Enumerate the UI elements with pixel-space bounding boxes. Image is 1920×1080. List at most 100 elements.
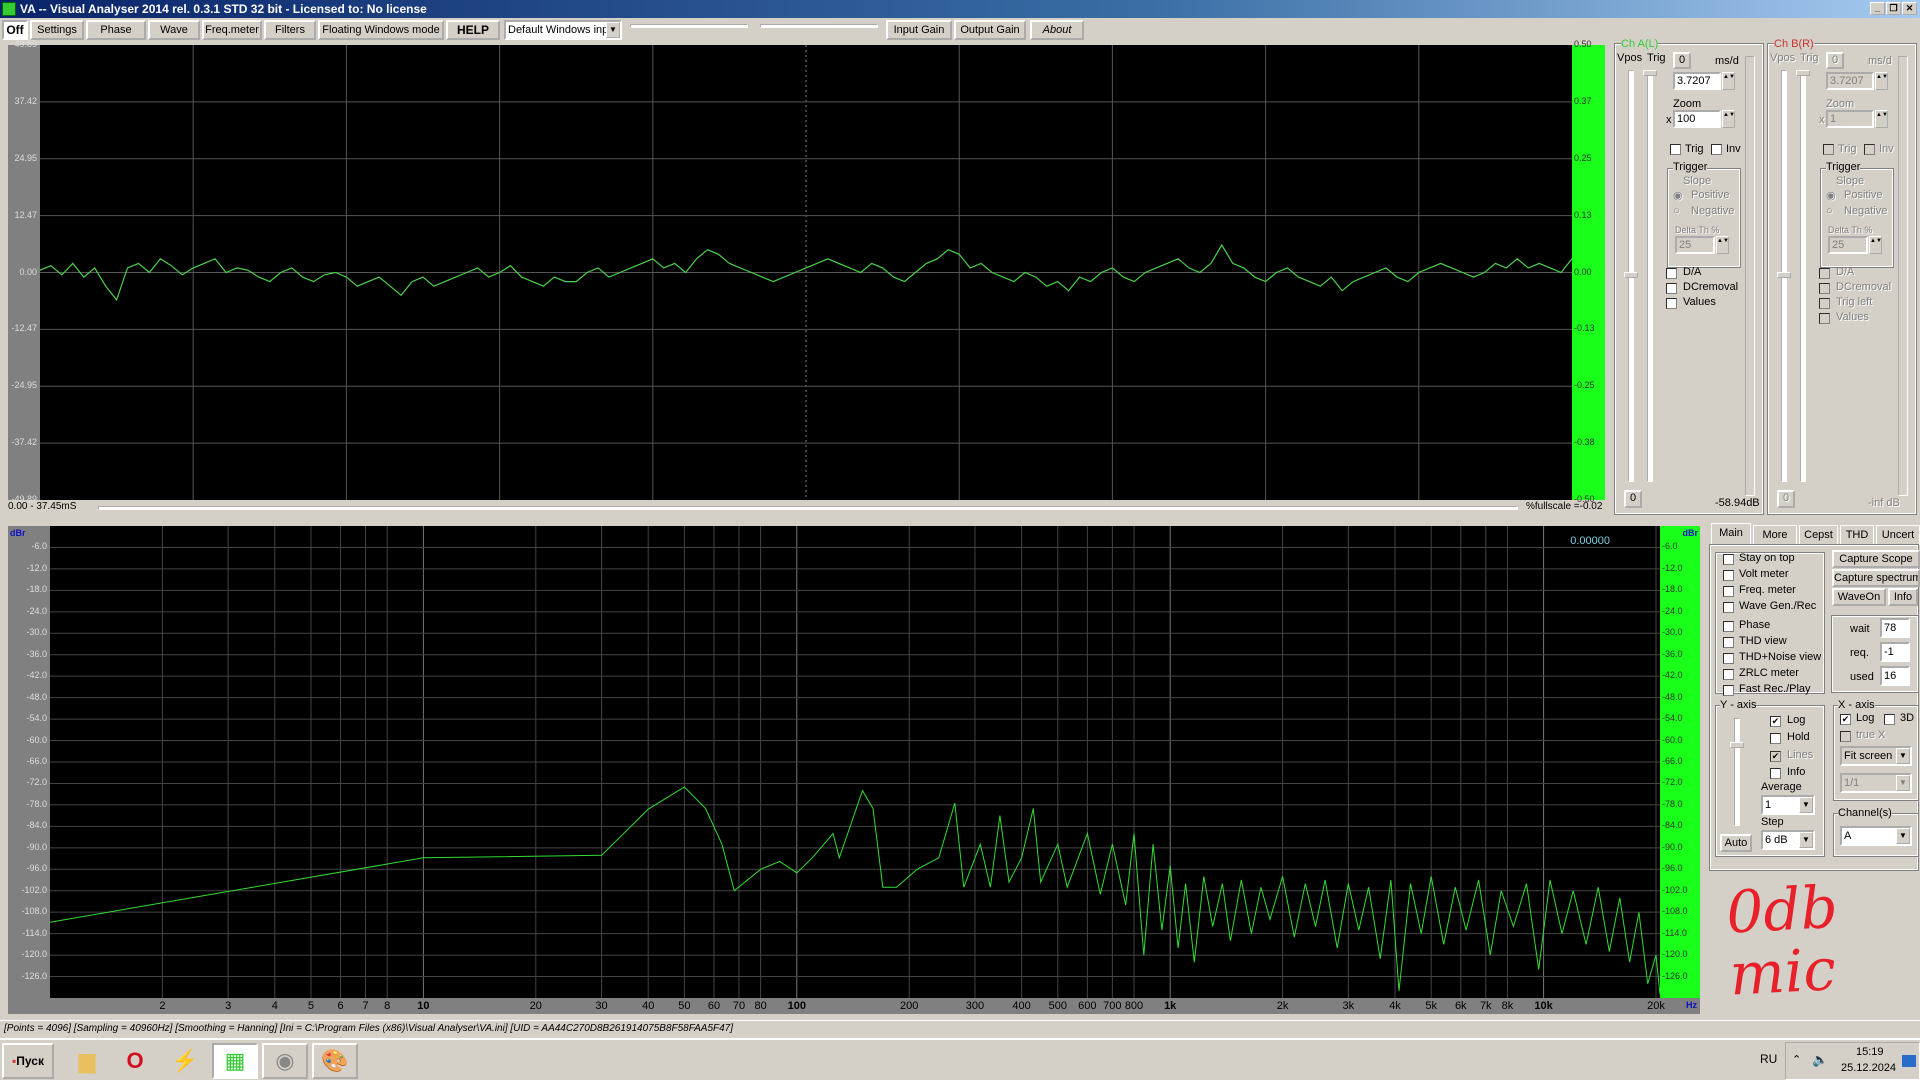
taskbar-app-visual-analyser[interactable]: ▦ <box>212 1043 258 1079</box>
checkbox-4[interactable] <box>1723 621 1734 632</box>
positive-radio[interactable]: ◉ <box>1673 189 1683 202</box>
start-button[interactable]: ▪Пуск <box>2 1043 54 1079</box>
tab-more[interactable]: More <box>1753 525 1797 545</box>
wave-button[interactable]: Wave <box>148 20 200 40</box>
delta-threshold-input[interactable]: 25 <box>1828 236 1868 254</box>
negative-radio[interactable]: ○ <box>1673 205 1680 217</box>
ms-per-div-input[interactable]: 3.7207 <box>1826 72 1874 90</box>
positive-radio[interactable]: ◉ <box>1826 189 1836 202</box>
bottom-zero-button[interactable]: 0 <box>1624 490 1642 508</box>
tab-thd[interactable]: THD <box>1840 525 1874 545</box>
output-level-slider[interactable] <box>760 24 878 28</box>
input-level-slider[interactable] <box>630 24 748 28</box>
values-checkbox[interactable] <box>1819 313 1830 324</box>
x-log-checkbox[interactable]: ✔ <box>1840 714 1851 725</box>
ms-per-div-spinner[interactable]: ▲▼ <box>1722 72 1735 90</box>
capture-scope-button[interactable]: Capture Scope <box>1832 550 1920 568</box>
checkbox-7[interactable] <box>1723 669 1734 680</box>
auto-button[interactable]: Auto <box>1720 834 1752 852</box>
x-3d-checkbox[interactable] <box>1884 714 1895 725</box>
clock-date[interactable]: 25.12.2024 <box>1841 1062 1896 1074</box>
trig-checkbox[interactable] <box>1823 144 1834 155</box>
clock-time[interactable]: 15:19 <box>1856 1046 1884 1058</box>
input-device-select[interactable]: Default Windows inp ▼ <box>504 20 622 40</box>
output-gain-button[interactable]: Output Gain <box>954 20 1026 40</box>
checkbox-0[interactable] <box>1723 554 1734 565</box>
language-indicator[interactable]: RU <box>1760 1052 1777 1066</box>
floating-windows-button[interactable]: Floating Windows mode <box>318 20 444 40</box>
capture-spectrum-button[interactable]: Capture spectrum <box>1832 569 1920 587</box>
zoom-input[interactable]: 1 <box>1826 110 1874 128</box>
trig-slider-thumb[interactable] <box>1643 70 1657 76</box>
da-checkbox[interactable] <box>1819 268 1830 279</box>
channel-select[interactable]: A ▼ <box>1840 826 1912 846</box>
da-checkbox[interactable] <box>1666 268 1677 279</box>
taskbar-app-opera[interactable]: O <box>112 1043 158 1079</box>
taskbar-app-sound[interactable]: ◉ <box>262 1043 308 1079</box>
step-select[interactable]: 6 dB ▼ <box>1761 830 1815 850</box>
average-select[interactable]: 1 ▼ <box>1761 795 1815 815</box>
checkbox-2[interactable] <box>1723 586 1734 597</box>
trig-slider[interactable] <box>1647 70 1653 482</box>
trig-checkbox[interactable] <box>1670 144 1681 155</box>
checkbox-3[interactable] <box>1723 602 1734 613</box>
y-info-checkbox[interactable] <box>1770 768 1781 779</box>
zero-button[interactable]: 0 <box>1826 52 1844 69</box>
delta-threshold-spinner[interactable]: ▲▼ <box>1716 236 1729 254</box>
input-gain-button[interactable]: Input Gain <box>886 20 952 40</box>
vpos-slider-thumb[interactable] <box>1777 272 1791 278</box>
zoom-spinner[interactable]: ▲▼ <box>1722 110 1735 128</box>
negative-radio[interactable]: ○ <box>1826 205 1833 217</box>
settings-button[interactable]: Settings <box>30 20 84 40</box>
trig-slider-thumb[interactable] <box>1796 70 1810 76</box>
show-hidden-icons-icon[interactable]: ⌃ <box>1792 1053 1801 1066</box>
minimize-button[interactable]: _ <box>1870 2 1885 15</box>
checkbox-6[interactable] <box>1723 653 1734 664</box>
taskbar-app-paint[interactable]: 🎨 <box>312 1043 358 1079</box>
help-button[interactable]: HELP <box>446 20 500 40</box>
ms-per-div-input[interactable]: 3.7207 <box>1673 72 1721 90</box>
inv-checkbox[interactable] <box>1711 144 1722 155</box>
truex-checkbox[interactable] <box>1840 731 1851 742</box>
taskbar-app-winamp[interactable]: ⚡ <box>162 1043 208 1079</box>
tab-main[interactable]: Main <box>1711 523 1751 546</box>
y-lines-checkbox[interactable]: ✔ <box>1770 751 1781 762</box>
y-log-checkbox[interactable]: ✔ <box>1770 716 1781 727</box>
values-checkbox[interactable] <box>1666 298 1677 309</box>
close-button[interactable]: ✕ <box>1902 2 1917 15</box>
trigleft-checkbox[interactable] <box>1819 298 1830 309</box>
fit-screen-select[interactable]: Fit screen ▼ <box>1840 746 1912 766</box>
maximize-button[interactable]: ❐ <box>1886 2 1901 15</box>
zoom-input[interactable]: 100 <box>1673 110 1721 128</box>
show-desktop-icon[interactable] <box>1902 1055 1916 1067</box>
off-button[interactable]: Off <box>2 20 28 40</box>
about-button[interactable]: About <box>1030 20 1084 40</box>
info-button[interactable]: Info <box>1888 588 1918 606</box>
ratio-select[interactable]: 1/1 ▼ <box>1840 773 1912 793</box>
phase-button[interactable]: Phase <box>86 20 146 40</box>
vpos-slider-thumb[interactable] <box>1624 272 1638 278</box>
tab-uncert[interactable]: Uncert <box>1876 525 1920 545</box>
delta-threshold-spinner[interactable]: ▲▼ <box>1869 236 1882 254</box>
scope-position-slider[interactable] <box>98 506 1518 510</box>
delta-threshold-input[interactable]: 25 <box>1675 236 1715 254</box>
bottom-zero-button[interactable]: 0 <box>1777 490 1795 508</box>
checkbox-8[interactable] <box>1723 685 1734 696</box>
taskbar-app-file-explorer[interactable]: ▆ <box>64 1043 110 1079</box>
filters-button[interactable]: Filters <box>264 20 316 40</box>
tab-cepst[interactable]: Cepst <box>1799 525 1838 545</box>
zoom-spinner[interactable]: ▲▼ <box>1875 110 1888 128</box>
y-axis-slider-thumb[interactable] <box>1730 742 1744 748</box>
checkbox-5[interactable] <box>1723 637 1734 648</box>
zero-button[interactable]: 0 <box>1673 52 1691 69</box>
freqmeter-button[interactable]: Freq.meter <box>202 20 262 40</box>
waveon-button[interactable]: WaveOn <box>1832 588 1886 606</box>
volume-icon[interactable]: 🔈 <box>1812 1052 1828 1068</box>
inv-checkbox[interactable] <box>1864 144 1875 155</box>
y-axis-slider[interactable] <box>1734 718 1740 826</box>
trig-slider[interactable] <box>1800 70 1806 482</box>
y-hold-checkbox[interactable] <box>1770 733 1781 744</box>
dcremoval-checkbox[interactable] <box>1666 283 1677 294</box>
checkbox-1[interactable] <box>1723 570 1734 581</box>
ms-per-div-spinner[interactable]: ▲▼ <box>1875 72 1888 90</box>
